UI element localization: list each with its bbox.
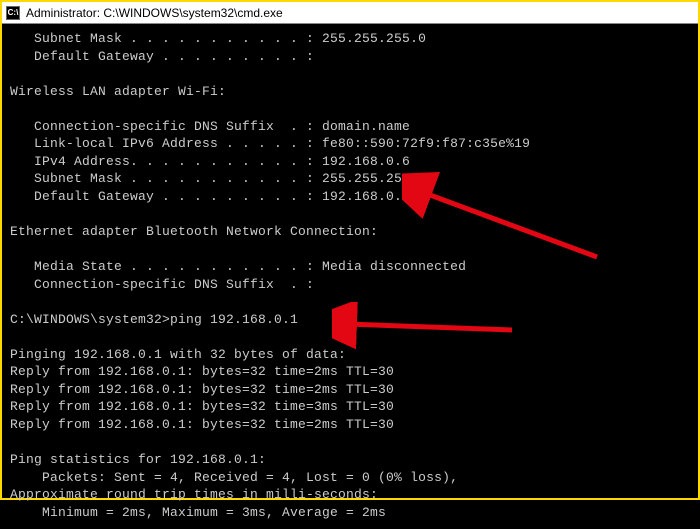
terminal-line: Subnet Mask . . . . . . . . . . . : 255.…	[10, 30, 690, 48]
terminal-line: Reply from 192.168.0.1: bytes=32 time=2m…	[10, 416, 690, 434]
terminal-line: Default Gateway . . . . . . . . . : 192.…	[10, 188, 690, 206]
window-title: Administrator: C:\WINDOWS\system32\cmd.e…	[26, 6, 283, 20]
cmd-icon: C:\	[6, 6, 20, 20]
terminal-line: Packets: Sent = 4, Received = 4, Lost = …	[10, 469, 690, 487]
terminal-line: Connection-specific DNS Suffix . :	[10, 276, 690, 294]
terminal-line: Link-local IPv6 Address . . . . . : fe80…	[10, 135, 690, 153]
terminal-line: Media State . . . . . . . . . . . : Medi…	[10, 258, 690, 276]
terminal-line: Subnet Mask . . . . . . . . . . . : 255.…	[10, 170, 690, 188]
terminal-line: Default Gateway . . . . . . . . . :	[10, 48, 690, 66]
window-titlebar: C:\ Administrator: C:\WINDOWS\system32\c…	[2, 2, 698, 24]
terminal-line	[10, 241, 690, 259]
terminal-line: Approximate round trip times in milli-se…	[10, 486, 690, 504]
terminal-line	[10, 100, 690, 118]
terminal-line: Wireless LAN adapter Wi-Fi:	[10, 83, 690, 101]
terminal-line	[10, 205, 690, 223]
terminal-line	[10, 328, 690, 346]
terminal-line: Pinging 192.168.0.1 with 32 bytes of dat…	[10, 346, 690, 364]
terminal-line	[10, 434, 690, 452]
terminal-line: Ping statistics for 192.168.0.1:	[10, 451, 690, 469]
terminal-line: Reply from 192.168.0.1: bytes=32 time=3m…	[10, 398, 690, 416]
terminal-line: Reply from 192.168.0.1: bytes=32 time=2m…	[10, 381, 690, 399]
terminal-line: Minimum = 2ms, Maximum = 3ms, Average = …	[10, 504, 690, 522]
terminal-output[interactable]: Subnet Mask . . . . . . . . . . . : 255.…	[2, 24, 698, 529]
terminal-line: C:\WINDOWS\system32>ping 192.168.0.1	[10, 311, 690, 329]
terminal-line: Ethernet adapter Bluetooth Network Conne…	[10, 223, 690, 241]
terminal-line	[10, 65, 690, 83]
terminal-line: Reply from 192.168.0.1: bytes=32 time=2m…	[10, 363, 690, 381]
terminal-line: Connection-specific DNS Suffix . : domai…	[10, 118, 690, 136]
terminal-line	[10, 293, 690, 311]
terminal-line: IPv4 Address. . . . . . . . . . . : 192.…	[10, 153, 690, 171]
